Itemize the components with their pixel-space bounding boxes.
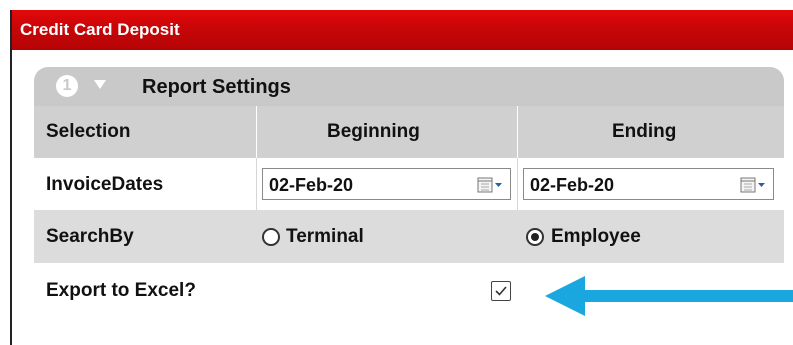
table-header-row: Selection Beginning Ending (34, 106, 784, 158)
checkmark-icon (495, 286, 507, 296)
collapse-arrow-icon[interactable] (94, 80, 106, 89)
section-header[interactable]: 1 Report Settings (34, 67, 784, 106)
beginning-date-value: 02-Feb-20 (269, 175, 354, 195)
window-title-bar: Credit Card Deposit (10, 10, 793, 50)
invoice-dates-label: InvoiceDates (46, 174, 164, 195)
column-header-selection: Selection (46, 121, 131, 142)
table-row-search-by: SearchBy Terminal Employee (34, 210, 784, 263)
terminal-radio-label[interactable]: Terminal (286, 226, 364, 248)
export-to-excel-label: Export to Excel? (46, 280, 196, 301)
ending-date-input[interactable]: 02-Feb-20 (523, 168, 774, 200)
ending-date-value: 02-Feb-20 (530, 175, 615, 195)
table-row-invoice-dates: InvoiceDates 02-Feb-20 02-Feb-20 (34, 158, 784, 210)
column-divider (256, 106, 257, 158)
column-divider (517, 158, 518, 210)
column-divider (256, 158, 257, 210)
search-by-label: SearchBy (46, 226, 134, 247)
credit-card-deposit-window: Credit Card Deposit 1 Report Settings Se… (0, 0, 793, 345)
terminal-radio[interactable] (262, 228, 280, 246)
pointer-arrow-icon (545, 276, 793, 316)
section-title: Report Settings (142, 76, 291, 98)
calendar-icon[interactable] (476, 176, 504, 194)
employee-radio[interactable] (526, 228, 544, 246)
column-header-beginning: Beginning (327, 121, 420, 142)
beginning-date-input[interactable]: 02-Feb-20 (262, 168, 511, 200)
step-number-badge: 1 (56, 75, 78, 97)
window-left-border (10, 10, 12, 345)
calendar-icon[interactable] (739, 176, 767, 194)
column-divider (517, 106, 518, 158)
employee-radio-label[interactable]: Employee (551, 226, 641, 248)
column-header-ending: Ending (612, 121, 677, 142)
window-title: Credit Card Deposit (20, 20, 180, 39)
export-to-excel-checkbox[interactable] (491, 281, 511, 301)
